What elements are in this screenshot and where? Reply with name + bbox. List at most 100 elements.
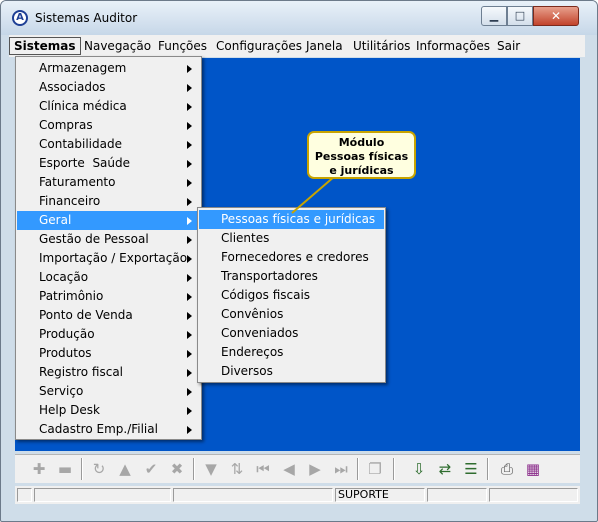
menu-item-ponto-de-venda[interactable]: Ponto de Venda [17,306,200,325]
remove-icon[interactable]: ▬ [55,459,75,479]
menu-item-gestao-de-pessoal[interactable]: Gestão de Pessoal [17,230,200,249]
menu-configuracoes[interactable]: Configurações [212,38,306,54]
menu-item-contabilidade[interactable]: Contabilidade [17,135,200,154]
submenu-arrow-icon [187,65,192,73]
cancel-icon[interactable]: ✖ [167,459,187,479]
status-panel-1 [17,488,32,502]
first-icon[interactable]: ⏮ [253,459,273,479]
menu-item-associados[interactable]: Associados [17,78,200,97]
toolbar-separator [357,458,359,480]
submenu-arrow-icon [187,84,192,92]
menu-item-financeiro[interactable]: Financeiro [17,192,200,211]
submenu-item-transportadores[interactable]: Transportadores [199,267,384,286]
submenu-arrow-icon [187,160,192,168]
print-icon[interactable]: ⎙ [497,459,517,479]
submenu-arrow-icon [187,103,192,111]
toolbar-separator [81,458,83,480]
menu-bar: Sistemas Navegação Funções Configurações… [9,35,585,57]
submenu-item-conveniados[interactable]: Conveniados [199,324,384,343]
submenu-arrow-icon [187,217,192,225]
minimize-button[interactable]: ▁ [481,6,507,26]
callout-line-1: Módulo [338,136,385,149]
app-icon[interactable]: A [12,10,28,26]
toolbar-separator [193,458,195,480]
previous-icon[interactable]: ◀ [279,459,299,479]
callout-note: Módulo Pessoas físicas e jurídicas [307,131,416,179]
submenu-item-diversos[interactable]: Diversos [199,362,384,381]
filter-icon[interactable]: ▼ [201,459,221,479]
close-button[interactable]: ✕ [533,6,579,26]
menu-janela[interactable]: Janela [302,38,347,54]
menu-item-registro-fiscal[interactable]: Registro fiscal [17,363,200,382]
status-panel-user: SUPORTE [335,488,425,502]
menu-item-clinica-medica[interactable]: Clínica médica [17,97,200,116]
toolbar: ✚ ▬ ↻ ▲ ✔ ✖ ▼ ⇅ ⏮ ◀ ▶ ⏭ ❐ ⇩ ⇄ ☰ ⎙ ▦ [15,454,580,483]
up-icon[interactable]: ▲ [115,459,135,479]
submenu-item-fornecedores-e-credores[interactable]: Fornecedores e credores [199,248,384,267]
submenu-arrow-icon [187,388,192,396]
add-icon[interactable]: ✚ [29,459,49,479]
sistemas-dropdown: Armazenagem Associados Clínica médica Co… [15,56,202,440]
last-icon[interactable]: ⏭ [331,459,351,479]
maximize-button[interactable]: □ [507,6,533,26]
status-panel-5 [427,488,487,502]
menu-sistemas[interactable]: Sistemas [9,37,81,55]
submenu-item-codigos-fiscais[interactable]: Códigos fiscais [199,286,384,305]
import-icon[interactable]: ⇩ [409,459,429,479]
menu-utilitarios[interactable]: Utilitários [349,38,414,54]
submenu-arrow-icon [187,198,192,206]
menu-item-armazenagem[interactable]: Armazenagem [17,59,200,78]
submenu-arrow-icon [187,236,192,244]
menu-item-locacao[interactable]: Locação [17,268,200,287]
status-bar: SUPORTE [15,486,580,504]
submenu-arrow-icon [187,369,192,377]
next-icon[interactable]: ▶ [305,459,325,479]
refresh-icon[interactable]: ↻ [89,459,109,479]
submenu-item-pessoas-fisicas-e-juridicas[interactable]: Pessoas físicas e jurídicas [199,210,384,229]
toolbar-separator [393,458,395,480]
submenu-item-enderecos[interactable]: Endereços [199,343,384,362]
menu-item-produtos[interactable]: Produtos [17,344,200,363]
submenu-item-convenios[interactable]: Convênios [199,305,384,324]
menu-item-importacao-exportacao[interactable]: Importação / Exportação [17,249,200,268]
confirm-icon[interactable]: ✔ [141,459,161,479]
menu-item-faturamento[interactable]: Faturamento [17,173,200,192]
callout-line-2: Pessoas físicas [314,150,409,163]
submenu-arrow-icon [187,255,192,263]
menu-item-cadastro-emp-filial[interactable]: Cadastro Emp./Filial [17,420,200,439]
submenu-arrow-icon [187,122,192,130]
menu-funcoes[interactable]: Funções [154,38,211,54]
title-bar[interactable]: A Sistemas Auditor ▁ □ ✕ [1,1,597,35]
submenu-arrow-icon [187,426,192,434]
copy-icon[interactable]: ❐ [365,459,385,479]
menu-item-geral[interactable]: Geral [17,211,200,230]
status-panel-6 [489,488,578,502]
submenu-arrow-icon [187,407,192,415]
callout-line-3: e jurídicas [329,164,394,177]
status-panel-3 [173,488,333,502]
list-icon[interactable]: ☰ [461,459,481,479]
submenu-arrow-icon [187,293,192,301]
submenu-item-clientes[interactable]: Clientes [199,229,384,248]
menu-item-esporte-saude[interactable]: Esporte Saúde [17,154,200,173]
menu-item-producao[interactable]: Produção [17,325,200,344]
menu-informacoes[interactable]: Informações [412,38,494,54]
submenu-arrow-icon [187,274,192,282]
menu-item-servico[interactable]: Serviço [17,382,200,401]
status-panel-2 [34,488,171,502]
submenu-arrow-icon [187,331,192,339]
submenu-arrow-icon [187,179,192,187]
calendar-icon[interactable]: ▦ [523,459,543,479]
menu-item-help-desk[interactable]: Help Desk [17,401,200,420]
window-title: Sistemas Auditor [35,11,138,25]
sort-icon[interactable]: ⇅ [227,459,247,479]
menu-item-compras[interactable]: Compras [17,116,200,135]
submenu-arrow-icon [187,350,192,358]
submenu-arrow-icon [187,312,192,320]
toolbar-separator [487,458,489,480]
menu-sair[interactable]: Sair [493,38,524,54]
geral-submenu: Pessoas físicas e jurídicas Clientes For… [197,207,386,383]
menu-navegacao[interactable]: Navegação [80,38,155,54]
transfer-icon[interactable]: ⇄ [435,459,455,479]
menu-item-patrimonio[interactable]: Patrimônio [17,287,200,306]
